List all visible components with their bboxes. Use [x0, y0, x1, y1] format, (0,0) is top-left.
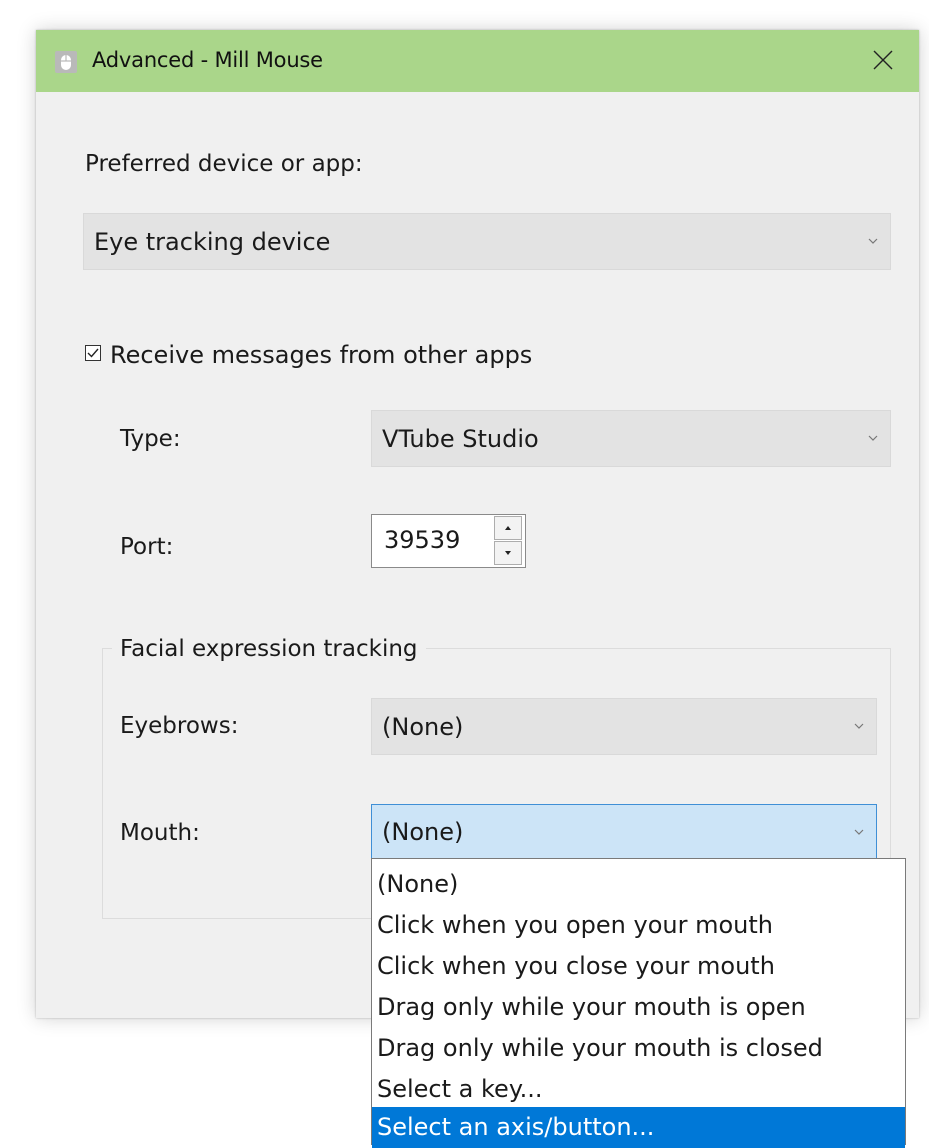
mouth-option[interactable]: Click when you open your mouth — [372, 905, 905, 946]
mouth-option-highlighted[interactable]: Select an axis/button... — [372, 1107, 905, 1148]
mouse-icon — [55, 51, 77, 73]
eyebrows-label: Eyebrows: — [120, 713, 239, 739]
chevron-down-icon — [854, 699, 864, 779]
mouth-select[interactable]: (None) — [371, 804, 877, 861]
mouth-option[interactable]: Click when you close your mouth — [372, 946, 905, 987]
mouth-option[interactable]: Drag only while your mouth is closed — [372, 1028, 905, 1069]
port-label: Port: — [120, 534, 174, 560]
close-button[interactable] — [849, 30, 919, 92]
chevron-down-icon — [868, 411, 878, 491]
preferred-device-select[interactable]: Eye tracking device — [83, 213, 891, 270]
eyebrows-value: (None) — [382, 713, 464, 741]
window-title: Advanced - Mill Mouse — [92, 48, 323, 72]
facial-expression-title: Facial expression tracking — [112, 636, 426, 662]
port-decrement-button[interactable] — [494, 541, 522, 565]
arrow-up-icon — [505, 526, 511, 530]
close-icon — [873, 50, 893, 70]
port-increment-button[interactable] — [494, 516, 522, 540]
preferred-device-label: Preferred device or app: — [85, 151, 363, 177]
mouth-option[interactable]: (None) — [372, 864, 905, 905]
port-value: 39539 — [384, 526, 461, 554]
type-value: VTube Studio — [382, 425, 539, 453]
chevron-down-icon — [868, 214, 878, 294]
mouth-value: (None) — [382, 818, 464, 846]
type-select[interactable]: VTube Studio — [371, 410, 891, 467]
mouth-label: Mouth: — [120, 820, 200, 846]
eyebrows-select[interactable]: (None) — [371, 698, 877, 755]
receive-messages-label[interactable]: Receive messages from other apps — [110, 341, 532, 369]
preferred-device-value: Eye tracking device — [94, 228, 331, 256]
title-bar[interactable]: Advanced - Mill Mouse — [36, 30, 919, 92]
mouth-option[interactable]: Drag only while your mouth is open — [372, 987, 905, 1028]
arrow-down-icon — [505, 551, 511, 555]
receive-messages-checkbox[interactable] — [85, 345, 101, 361]
mouth-option[interactable]: Select a key... — [372, 1069, 905, 1110]
checkmark-icon — [87, 348, 99, 358]
type-label: Type: — [120, 426, 181, 452]
mouth-dropdown-list: (None) Click when you open your mouth Cl… — [371, 858, 906, 1148]
